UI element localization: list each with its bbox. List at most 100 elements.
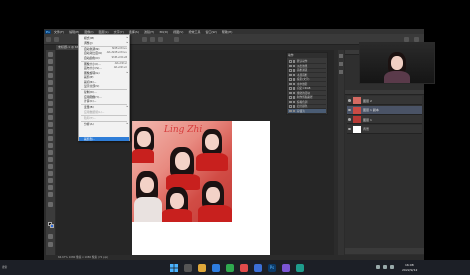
artwork-figure-face (137, 131, 151, 147)
distribute-icon[interactable] (174, 37, 179, 42)
menu-item-auto-color[interactable]: 自动颜色(O) Shift+Ctrl+B (79, 56, 129, 60)
photoshop-taskbar-icon[interactable]: Ps (268, 263, 276, 272)
menu-item-calculations[interactable]: 计算(C)... (79, 99, 129, 103)
document-canvas[interactable]: Ling Zhi (132, 121, 270, 258)
actions-panel-title[interactable]: 动作 (287, 53, 327, 58)
dodge-tool-icon[interactable] (48, 150, 53, 155)
app-icon[interactable] (282, 263, 290, 272)
dialog-toggle-icon[interactable] (292, 109, 295, 113)
menu-item-label: 自动色调(N) (84, 46, 100, 51)
more-tools-icon[interactable] (48, 202, 53, 207)
layer-row[interactable]: 背景 (347, 124, 422, 134)
taskbar-search-text[interactable]: 搜索 (2, 265, 7, 269)
actions-panel-icon[interactable] (339, 62, 343, 66)
healing-brush-tool-icon[interactable] (48, 101, 53, 106)
menu-select[interactable]: 选择(S) (129, 30, 139, 34)
menu-window[interactable]: 窗口(W) (206, 30, 217, 34)
visibility-eye-icon[interactable] (348, 99, 351, 102)
artwork-figure-top (134, 197, 162, 222)
menu-item-analysis[interactable]: 分析(A) ▸ (79, 122, 129, 126)
type-tool-icon[interactable] (48, 164, 53, 169)
home-icon[interactable] (46, 37, 51, 42)
menu-file[interactable]: 文件(F) (54, 30, 64, 34)
visibility-eye-icon[interactable] (348, 118, 351, 121)
rectangle-tool-icon[interactable] (48, 178, 53, 183)
screen-top-band (0, 0, 470, 29)
lasso-tool-icon[interactable] (48, 66, 53, 71)
action-row-selected[interactable]: 存储为 (288, 108, 326, 114)
windows-start-icon[interactable] (170, 263, 178, 272)
app-icon[interactable] (254, 263, 262, 272)
hand-tool-icon[interactable] (48, 185, 53, 190)
align-left-icon[interactable] (142, 37, 147, 42)
marquee-tool-icon[interactable] (48, 59, 53, 64)
quick-select-tool-icon[interactable] (48, 73, 53, 78)
collage-artwork[interactable]: Ling Zhi (132, 121, 232, 222)
visibility-eye-icon[interactable] (348, 127, 351, 130)
tray-chevron-icon[interactable] (376, 265, 380, 269)
path-select-tool-icon[interactable] (48, 171, 53, 176)
menu-help[interactable]: 帮助(H) (222, 30, 233, 34)
menu-filter[interactable]: 滤镜(T) (144, 30, 154, 34)
menu-item-highlighted[interactable]: 裁剪到... (79, 137, 129, 142)
menu-item-label: 分析(A) (84, 121, 94, 126)
layers-panel-header[interactable] (345, 90, 424, 95)
app-icon[interactable] (296, 263, 304, 272)
toggle-checkbox-icon[interactable] (289, 109, 292, 113)
eyedropper-tool-icon[interactable] (48, 94, 53, 99)
eraser-tool-icon[interactable] (48, 129, 53, 134)
edge-browser-icon[interactable] (212, 263, 220, 272)
menu-view[interactable]: 视图(V) (173, 30, 183, 34)
move-tool-option-icon[interactable] (54, 37, 59, 42)
taskbar-clock-time[interactable]: 16:08 (405, 263, 414, 267)
properties-panel-icon[interactable] (339, 70, 343, 74)
frame-tool-icon[interactable] (48, 87, 53, 92)
layer-name: 图层 1 (363, 117, 372, 122)
menu-item-shortcut: Shift+Ctrl+B (111, 55, 127, 59)
crop-tool-icon[interactable] (48, 80, 53, 85)
network-icon[interactable] (383, 265, 387, 269)
taskbar-clock-date[interactable]: 2022/9/12 (402, 268, 417, 272)
layer-name: 背景 (363, 127, 370, 131)
webcam-person-face (391, 56, 403, 70)
menu-image[interactable]: 图像(I) (84, 30, 93, 34)
quick-mask-icon[interactable] (48, 234, 53, 239)
artwork-figure-face (206, 187, 220, 203)
pen-tool-icon[interactable] (48, 157, 53, 162)
menu-item-label: 计算(C)... (84, 99, 97, 103)
move-tool-icon[interactable] (48, 52, 53, 57)
clone-stamp-tool-icon[interactable] (48, 115, 53, 120)
screen-mode-icon[interactable] (48, 242, 53, 247)
menu-edit[interactable]: 编辑(E) (69, 30, 79, 34)
history-brush-tool-icon[interactable] (48, 122, 53, 127)
app-icon[interactable] (240, 263, 248, 272)
menu-layer[interactable]: 图层(L) (99, 30, 109, 34)
menu-type[interactable]: 文字(Y) (114, 30, 124, 34)
menu-item-label: 裁切(R)... (84, 79, 97, 84)
webcam-person-body (384, 71, 410, 83)
visibility-eye-icon[interactable] (348, 108, 351, 111)
layer-row[interactable]: 图层 2 (347, 96, 422, 105)
history-panel-icon[interactable] (339, 54, 343, 58)
artwork-figure-dress (196, 153, 228, 171)
menu-item-reveal-all[interactable]: 显示全部(V) (79, 84, 129, 88)
search-taskbar-icon[interactable] (184, 263, 192, 272)
menu-3d[interactable]: 3D(D) (159, 30, 168, 34)
volume-icon[interactable] (390, 265, 394, 269)
menu-item-adjustments[interactable]: 调整(J) ▸ (79, 41, 129, 45)
taskbar: 搜索 Ps 16:08 2022/9/12 (0, 260, 470, 275)
file-explorer-icon[interactable] (198, 263, 206, 272)
layer-thumbnail (353, 116, 361, 123)
zoom-tool-icon[interactable] (48, 192, 53, 197)
background-color-swatch[interactable] (50, 224, 54, 228)
wechat-icon[interactable] (226, 263, 234, 272)
menu-plugins[interactable]: 增效工具 (188, 30, 200, 34)
layer-row-selected[interactable]: 图层 1 副本 (347, 105, 422, 115)
layer-row[interactable]: 图层 1 (347, 115, 422, 124)
align-center-icon[interactable] (150, 37, 155, 42)
gradient-tool-icon[interactable] (48, 136, 53, 141)
brush-tool-icon[interactable] (48, 108, 53, 113)
blur-tool-icon[interactable] (48, 143, 53, 148)
artwork-figure-face (205, 134, 219, 150)
align-right-icon[interactable] (158, 37, 163, 42)
